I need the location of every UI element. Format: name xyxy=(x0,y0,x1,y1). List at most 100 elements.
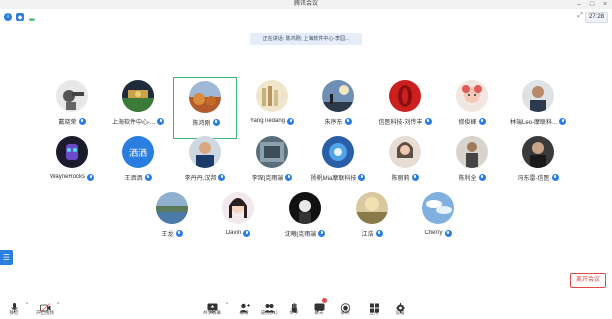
chevron-up-icon[interactable]: ^ xyxy=(226,302,228,308)
mic-icon xyxy=(285,173,293,181)
avatar xyxy=(189,81,221,113)
avatar xyxy=(56,80,88,112)
mic-icon xyxy=(287,117,295,125)
chevron-up-icon[interactable]: ^ xyxy=(57,302,59,308)
participant-tile[interactable]: 王龙 xyxy=(140,186,204,248)
avatar xyxy=(156,192,188,224)
participant-name: 信医科技-刘传丰 xyxy=(378,119,423,126)
participant-name: 李琛|克雨端 xyxy=(251,175,284,182)
mic-icon xyxy=(478,173,486,181)
participant-name: 朱序东 xyxy=(324,119,343,126)
mic-icon xyxy=(157,117,164,125)
participant-tile[interactable]: 陈丽莉 xyxy=(373,130,437,192)
avatar xyxy=(189,136,221,168)
participant-name: YangTiedang xyxy=(249,118,286,124)
share-screen-icon xyxy=(207,300,218,313)
apps-button[interactable]: 应用 xyxy=(362,300,386,319)
mic-icon xyxy=(175,229,183,237)
avatar xyxy=(56,136,88,168)
participant-tile[interactable]: 修俊峰 xyxy=(440,74,504,136)
participant-name: 戴晓荣 xyxy=(58,119,77,126)
participant-name: 陈丽莉 xyxy=(391,175,410,182)
participant-name: WayneRocks xyxy=(49,174,86,180)
mic-icon xyxy=(144,173,152,181)
bottom-toolbar: 静音 ^ 开启视频 ^ 共享屏幕 ^ 邀请 成员(21) 举手 xyxy=(0,295,612,319)
avatar xyxy=(222,192,254,224)
participant-name: Cherry xyxy=(424,230,443,236)
avatar-text: 洒洒 xyxy=(128,147,147,158)
participant-tile[interactable]: 陈利全 xyxy=(440,130,504,192)
avatar xyxy=(456,80,488,112)
participant-tile[interactable]: 扬帆Mia摩联科技 xyxy=(306,130,370,192)
participant-name: 李丹丹,汉邦 xyxy=(184,175,217,182)
avatar xyxy=(289,192,321,224)
record-icon xyxy=(340,300,351,313)
gear-icon xyxy=(395,300,406,313)
mic-icon xyxy=(444,229,452,237)
mic-icon xyxy=(551,173,559,181)
invite-button[interactable]: 邀请 xyxy=(232,300,256,319)
participant-name: Davin xyxy=(225,230,242,236)
notification-dot xyxy=(321,298,327,303)
participant-tile[interactable]: 冯东雷-信医 xyxy=(506,130,570,192)
participant-name: 修俊峰 xyxy=(458,119,477,126)
participant-tile[interactable]: Cherry xyxy=(406,186,470,248)
avatar xyxy=(522,136,554,168)
participant-name: 扬帆Mia摩联科技 xyxy=(310,175,357,182)
avatar xyxy=(322,136,354,168)
mic-icon xyxy=(375,229,383,237)
participant-tile[interactable]: 朱序东 xyxy=(306,74,370,136)
avatar xyxy=(122,80,154,112)
mic-icon xyxy=(344,117,352,125)
participant-name: 冯东雷-信医 xyxy=(517,175,550,182)
raise-hand-button[interactable]: 举手 xyxy=(282,300,306,319)
member-list-toggle-button[interactable]: ☰ xyxy=(0,250,13,265)
mic-icon xyxy=(78,117,86,125)
microphone-icon xyxy=(9,300,20,313)
participant-name: 王龙 xyxy=(161,231,174,238)
avatar xyxy=(356,192,388,224)
participant-name: 王洒洒 xyxy=(124,175,143,182)
record-button[interactable]: 录制 xyxy=(333,300,357,319)
add-person-icon xyxy=(239,300,250,313)
start-video-button[interactable]: 开启视频 xyxy=(33,300,57,319)
participant-tile[interactable]: 戴晓荣 xyxy=(40,74,104,136)
participant-name: 江浩 xyxy=(361,231,374,238)
chat-button[interactable]: 聊天 xyxy=(307,298,331,319)
avatar xyxy=(422,192,454,224)
participant-tile[interactable]: 沈曦|克雨端 xyxy=(273,186,337,248)
mic-icon xyxy=(478,117,486,125)
participant-grid: 戴晓荣 上海软件中心-... 陈鸿刚 YangTiedang 朱序东 信医科技-… xyxy=(0,0,612,319)
participant-name: 陈利全 xyxy=(458,175,477,182)
participant-tile[interactable]: 李丹丹,汉邦 xyxy=(173,130,237,192)
participant-tile[interactable]: 上海软件中心-... xyxy=(106,74,170,136)
participant-name: 陈鸿刚 xyxy=(192,120,211,127)
mic-icon xyxy=(212,118,220,126)
participant-tile[interactable]: 李琛|克雨端 xyxy=(240,130,304,192)
camera-icon xyxy=(39,300,51,313)
share-screen-button[interactable]: 共享屏幕 xyxy=(200,300,224,319)
chevron-up-icon[interactable]: ^ xyxy=(26,302,28,308)
mic-icon xyxy=(358,173,366,181)
leave-meeting-button[interactable]: 离开会议 xyxy=(570,273,606,288)
avatar xyxy=(256,80,288,112)
participant-tile[interactable]: 信医科技-刘传丰 xyxy=(373,74,437,136)
avatar xyxy=(256,136,288,168)
participant-tile[interactable]: WayneRocks xyxy=(40,130,104,192)
participant-tile[interactable]: Davin xyxy=(206,186,270,248)
participant-tile[interactable]: 林瑞Leo-摩联科... xyxy=(506,74,570,136)
mic-icon xyxy=(218,173,226,181)
members-icon xyxy=(263,300,275,313)
members-button[interactable]: 成员(21) xyxy=(256,300,282,319)
participant-tile[interactable]: 洒洒 王洒洒 xyxy=(106,130,170,192)
participant-name: 林瑞Leo-摩联科... xyxy=(509,119,557,126)
hand-icon xyxy=(289,300,300,313)
participant-tile[interactable]: YangTiedang xyxy=(240,74,304,136)
chat-icon xyxy=(314,298,327,313)
participant-tile[interactable]: 江浩 xyxy=(340,186,404,248)
settings-button[interactable]: 设置 xyxy=(388,300,412,319)
mic-icon xyxy=(318,229,326,237)
avatar xyxy=(522,80,554,112)
avatar xyxy=(456,136,488,168)
mute-button[interactable]: 静音 xyxy=(2,300,26,319)
